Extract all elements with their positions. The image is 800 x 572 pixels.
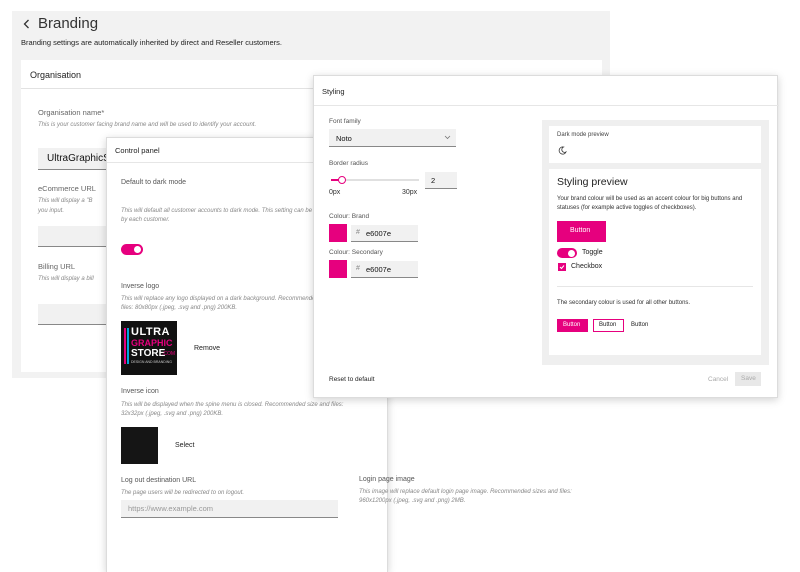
- border-radius-slider[interactable]: [331, 175, 419, 185]
- logo-text-ultra: ULTRA: [131, 326, 170, 338]
- org-name-value: UltraGraphicSt: [47, 153, 113, 164]
- logo-text-com: .COM: [162, 351, 176, 357]
- secondary-colour-swatch[interactable]: [329, 260, 347, 278]
- organisation-header: Organisation: [30, 70, 82, 80]
- org-name-input[interactable]: UltraGraphicSt: [38, 148, 113, 170]
- ecommerce-hint: This will display a "B: [38, 198, 93, 204]
- login-image-hint: This image will replace default login pa…: [359, 489, 572, 495]
- inverse-logo-hint: This will replace any logo displayed on …: [121, 296, 319, 302]
- page-title: Branding: [38, 15, 99, 32]
- logo-text-tagline: DESIGN AND BRANDING: [131, 360, 173, 364]
- cancel-button[interactable]: Cancel: [708, 376, 728, 383]
- logo-text-graphic: GRAPHIC: [131, 338, 173, 348]
- inverse-logo-image: ULTRA GRAPHIC STORE .COM DESIGN AND BRAN…: [121, 321, 177, 375]
- save-button[interactable]: Save: [735, 372, 761, 386]
- preview-primary-button[interactable]: Button: [557, 221, 606, 242]
- inverse-icon-hint: This will be displayed when the spine me…: [121, 402, 344, 408]
- reset-default-button[interactable]: Reset to default: [329, 376, 375, 383]
- secondary-colour-label: Colour: Secondary: [329, 249, 383, 256]
- preview-secondary-button-outline[interactable]: Button: [593, 319, 624, 332]
- page-subtitle: Branding settings are automatically inhe…: [21, 38, 282, 47]
- dark-mode-hint-2: by each customer.: [121, 217, 170, 223]
- btn-outline-label: Button: [599, 322, 617, 328]
- chevron-left-icon: [23, 19, 29, 29]
- border-radius-value: 2: [431, 176, 436, 185]
- logout-hint: The page users will be redirected to on …: [121, 490, 245, 496]
- secondary-text: The secondary colour is used for all oth…: [557, 300, 691, 306]
- dark-mode-preview[interactable]: Dark mode preview: [549, 126, 761, 163]
- brand-colour-input[interactable]: # e6007e: [351, 225, 418, 242]
- preview-text: Your brand colour will be used as an acc…: [557, 196, 743, 211]
- styling-preview-card: Styling preview Your brand colour will b…: [549, 169, 761, 355]
- dark-mode-hint: This will default all customer accounts …: [121, 208, 318, 214]
- preview-secondary-button-text[interactable]: Button: [631, 322, 648, 328]
- inverse-icon-image: [121, 427, 158, 464]
- btn-primary-label: Button: [563, 322, 581, 328]
- preview-button-label: Button: [570, 227, 591, 234]
- font-family-label: Font family: [329, 118, 361, 125]
- styling-title: Styling: [322, 87, 345, 96]
- ecommerce-hint-2: you input.: [38, 208, 65, 214]
- inverse-icon-hint-2: 32x32px (.jpeg, .svg and .png) 200KB.: [121, 411, 224, 417]
- inverse-logo-hint-2: files: 80x80px (.jpeg, .svg and .png) 20…: [121, 305, 238, 311]
- brand-colour-value: e6007e: [366, 229, 392, 238]
- secondary-colour-input[interactable]: # e6007e: [351, 261, 418, 278]
- moon-icon: [558, 146, 567, 155]
- dark-mode-label: Default to dark mode: [121, 179, 186, 186]
- border-radius-input[interactable]: 2: [425, 172, 457, 189]
- org-name-hint: This is your customer facing brand name …: [38, 122, 257, 128]
- slider-handle[interactable]: [337, 176, 346, 184]
- slider-max-label: 30px: [402, 189, 418, 196]
- dark-preview-label: Dark mode preview: [557, 132, 609, 138]
- font-family-value: Noto: [336, 134, 352, 143]
- login-image-hint-2: 960x1200px (.jpeg, .svg and .png) 2MB.: [359, 498, 466, 504]
- font-family-select[interactable]: Noto: [329, 129, 456, 147]
- preview-checkbox-label: Checkbox: [571, 263, 603, 270]
- logout-label: Log out destination URL: [121, 477, 197, 484]
- dark-mode-toggle[interactable]: [121, 244, 143, 255]
- login-image-label: Login page image: [359, 476, 415, 483]
- brand-colour-swatch[interactable]: [329, 224, 347, 242]
- preview-area: Dark mode preview Styling preview Your b…: [542, 120, 769, 365]
- preview-checkbox[interactable]: [558, 263, 566, 271]
- preview-toggle-label: Toggle: [582, 249, 603, 256]
- inverse-logo-label: Inverse logo: [121, 283, 160, 290]
- secondary-hash: #: [356, 265, 360, 272]
- control-panel-title: Control panel: [115, 146, 160, 155]
- logo-text-store: STORE: [131, 348, 166, 359]
- billing-label: Billing URL: [38, 262, 76, 271]
- preview-secondary-button-filled[interactable]: Button: [557, 319, 588, 332]
- select-icon-button[interactable]: Select: [175, 442, 194, 449]
- back-button[interactable]: [20, 17, 34, 31]
- secondary-colour-value: e6007e: [366, 265, 392, 274]
- save-label: Save: [741, 375, 756, 382]
- border-radius-label: Border radius: [329, 160, 369, 167]
- check-icon: [559, 265, 565, 270]
- remove-logo-button[interactable]: Remove: [194, 345, 220, 352]
- slider-min-label: 0px: [329, 189, 341, 196]
- ecommerce-label: eCommerce URL: [38, 184, 96, 193]
- styling-panel: Styling Font family Noto Border radius 0…: [313, 75, 779, 398]
- ecommerce-input[interactable]: [38, 226, 108, 247]
- inverse-icon-label: Inverse icon: [121, 388, 159, 395]
- brand-hash: #: [356, 229, 360, 236]
- org-name-label: Organisation name*: [38, 108, 105, 117]
- logout-url-input[interactable]: https://www.example.com: [121, 500, 338, 518]
- chevron-down-icon: [444, 135, 451, 140]
- logout-url-placeholder: https://www.example.com: [128, 504, 214, 513]
- brand-colour-label: Colour: Brand: [329, 213, 370, 220]
- billing-hint: This will display a bill: [38, 276, 94, 282]
- preview-toggle[interactable]: [557, 248, 577, 258]
- preview-title: Styling preview: [557, 176, 628, 188]
- billing-input[interactable]: [38, 304, 108, 325]
